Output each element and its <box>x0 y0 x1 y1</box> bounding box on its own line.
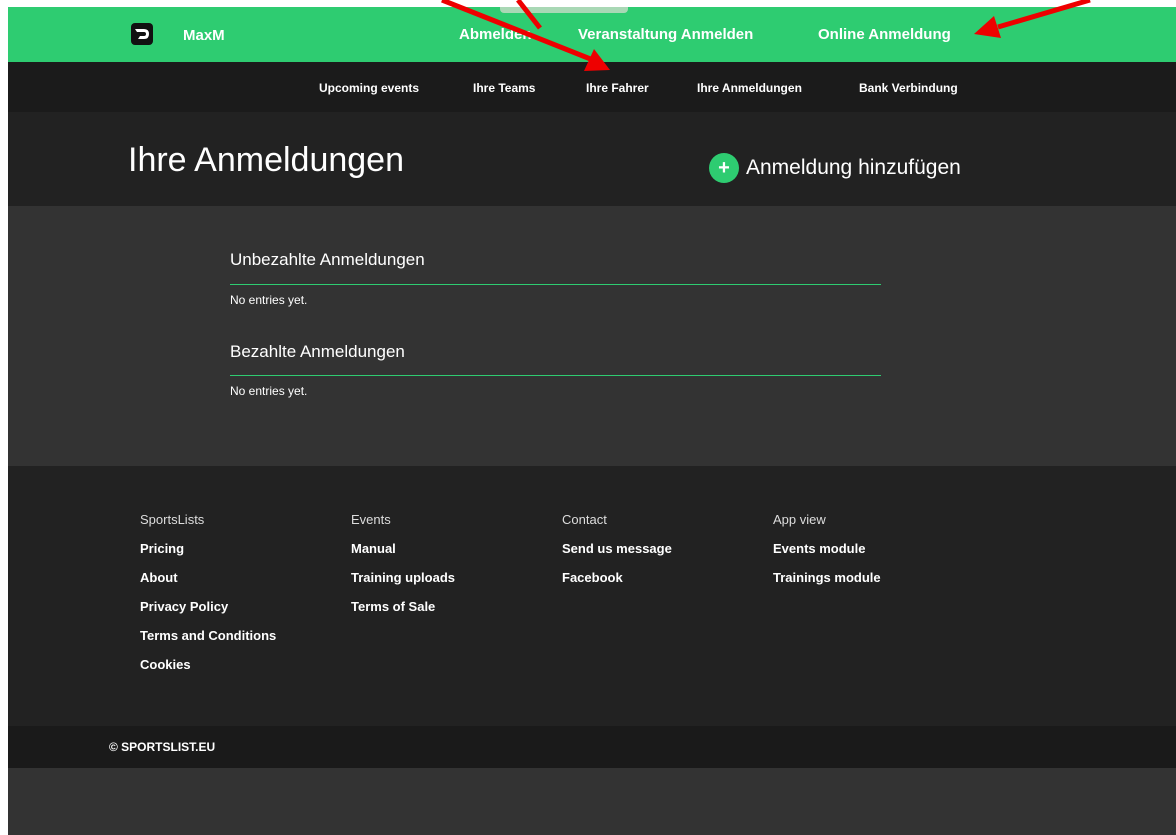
top-bar: MaxM Abmelden Veranstaltung Anmelden Onl… <box>8 7 1176 62</box>
footer-column-contact: Contact Send us message Facebook <box>562 512 672 599</box>
footer-link-pricing[interactable]: Pricing <box>140 541 276 570</box>
brand-name[interactable]: MaxM <box>183 27 225 44</box>
logo-icon[interactable] <box>131 23 153 45</box>
section-divider <box>230 284 881 285</box>
nav-online-registration[interactable]: Online Anmeldung <box>818 26 951 43</box>
nav-logout[interactable]: Abmelden <box>459 26 532 43</box>
empty-message-paid: No entries yet. <box>230 384 308 398</box>
copyright-bar: © SPORTSLIST.EU <box>8 726 1176 768</box>
footer-heading: Contact <box>562 512 607 527</box>
secondary-nav: Upcoming events Ihre Teams Ihre Fahrer I… <box>8 62 1176 112</box>
subnav-registrations[interactable]: Ihre Anmeldungen <box>697 81 802 95</box>
footer-link-privacy-policy[interactable]: Privacy Policy <box>140 599 276 628</box>
add-registration-label: Anmeldung hinzufügen <box>746 156 961 179</box>
page-title: Ihre Anmeldungen <box>128 141 404 179</box>
empty-message-unpaid: No entries yet. <box>230 293 308 307</box>
main-content: Unbezahlte Anmeldungen No entries yet. B… <box>8 206 1176 466</box>
plus-circle-icon: + <box>709 153 739 183</box>
footer-column-app-view: App view Events module Trainings module <box>773 512 881 599</box>
footer-link-facebook[interactable]: Facebook <box>562 570 672 599</box>
footer: SportsLists Pricing About Privacy Policy… <box>8 466 1176 726</box>
footer-heading: SportsLists <box>140 512 205 527</box>
footer-link-manual[interactable]: Manual <box>351 541 455 570</box>
add-registration-button[interactable]: + Anmeldung hinzufügen <box>709 153 961 183</box>
copyright-text: © SPORTSLIST.EU <box>109 740 216 754</box>
footer-link-cookies[interactable]: Cookies <box>140 657 276 686</box>
footer-link-trainings-module[interactable]: Trainings module <box>773 570 881 599</box>
footer-column-sportslists: SportsLists Pricing About Privacy Policy… <box>140 512 276 686</box>
subnav-teams[interactable]: Ihre Teams <box>473 81 535 95</box>
footer-link-terms[interactable]: Terms and Conditions <box>140 628 276 657</box>
footer-link-training-uploads[interactable]: Training uploads <box>351 570 455 599</box>
section-divider <box>230 375 881 376</box>
section-title-unpaid: Unbezahlte Anmeldungen <box>230 250 425 269</box>
tab-hint <box>500 7 628 13</box>
footer-link-terms-of-sale[interactable]: Terms of Sale <box>351 599 455 628</box>
subnav-upcoming-events[interactable]: Upcoming events <box>319 81 419 95</box>
footer-heading: App view <box>773 512 826 527</box>
footer-column-events: Events Manual Training uploads Terms of … <box>351 512 455 628</box>
subnav-bank-connection[interactable]: Bank Verbindung <box>859 81 958 95</box>
footer-link-send-message[interactable]: Send us message <box>562 541 672 570</box>
subnav-drivers[interactable]: Ihre Fahrer <box>586 81 649 95</box>
footer-link-about[interactable]: About <box>140 570 276 599</box>
app-window: MaxM Abmelden Veranstaltung Anmelden Onl… <box>8 7 1176 835</box>
footer-link-events-module[interactable]: Events module <box>773 541 881 570</box>
footer-heading: Events <box>351 512 391 527</box>
section-title-paid: Bezahlte Anmeldungen <box>230 342 405 361</box>
page-header: Ihre Anmeldungen + Anmeldung hinzufügen <box>8 112 1176 206</box>
nav-register-event[interactable]: Veranstaltung Anmelden <box>578 26 753 43</box>
